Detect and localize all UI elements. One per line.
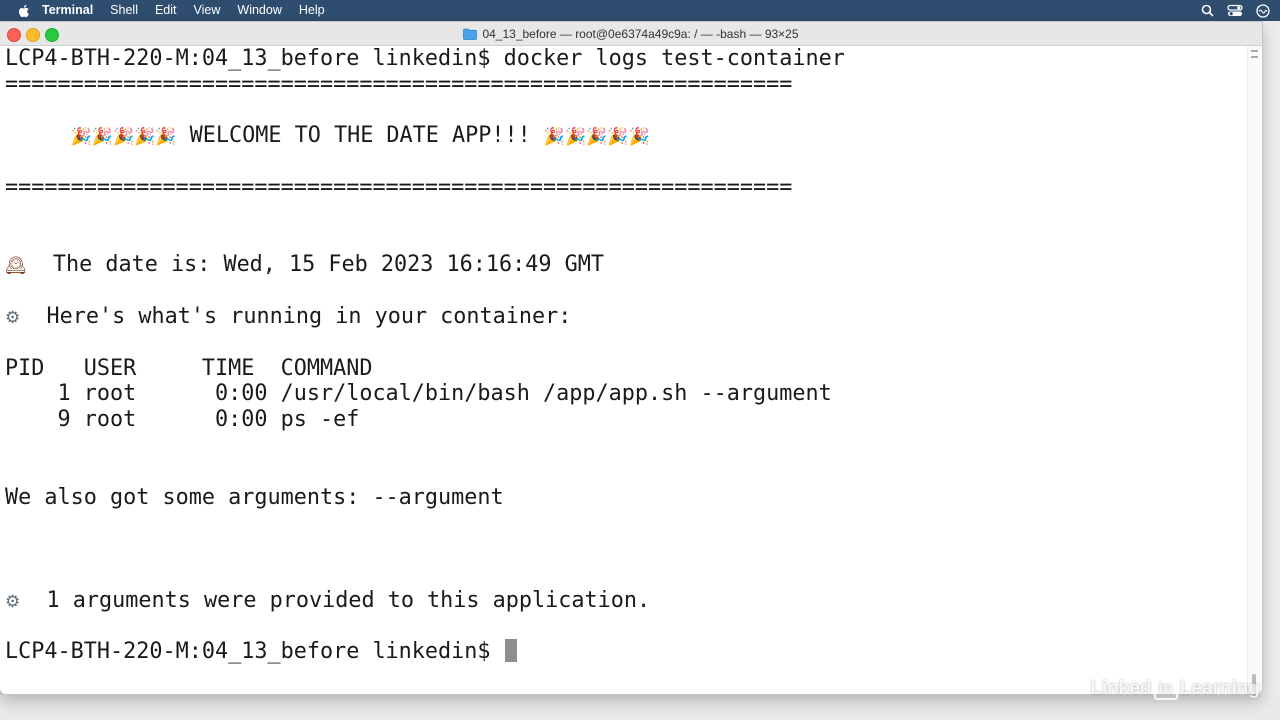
terminal-line-command: LCP4-BTH-220-M:04_13_before linkedin$ do… [5,46,845,71]
menu-help[interactable]: Help [299,0,325,21]
party-popper-icon: 🎉🎉🎉🎉🎉 [70,127,177,148]
terminal-line-running: ⚙ Here's what's running in your containe… [5,304,1248,330]
terminal-line-date: 🕰 The date is: Wed, 15 Feb 2023 16:16:49… [5,252,1248,278]
apple-menu-icon[interactable] [16,3,32,19]
menu-bar: Terminal Shell Edit View Window Help [0,0,1280,21]
text-cursor [504,639,517,663]
shell-prompt: LCP4-BTH-220-M:04_13_before linkedin$ [5,639,504,665]
terminal-line-arg-count: ⚙ 1 arguments were provided to this appl… [5,588,1248,614]
folder-icon [463,28,478,40]
gear-icon: ⚙ [5,307,21,328]
watermark-prefix: Linked [1090,678,1152,699]
menu-view[interactable]: View [194,0,221,21]
vertical-scrollbar[interactable] [1247,46,1262,694]
linkedin-in-logo: in [1153,678,1178,700]
menubar-status-area [1201,0,1270,21]
close-window-button[interactable] [7,28,21,42]
zoom-window-button[interactable] [45,28,59,42]
mantelpiece-clock-icon: 🕰 [5,256,27,277]
welcome-text: WELCOME TO THE DATE APP!!! [189,123,531,149]
terminal-output[interactable]: LCP4-BTH-220-M:04_13_before linkedin$ do… [0,46,1248,694]
terminal-prompt-line[interactable]: LCP4-BTH-220-M:04_13_before linkedin$ [5,639,1248,665]
menu-app-terminal[interactable]: Terminal [42,0,93,21]
siri-icon[interactable] [1256,3,1270,18]
menu-edit[interactable]: Edit [155,0,177,21]
party-popper-icon: 🎉🎉🎉🎉🎉 [543,127,650,148]
menu-window[interactable]: Window [237,0,281,21]
running-text: Here's what's running in your container: [46,303,572,329]
date-text: The date is: Wed, 15 Feb 2023 16:16:49 G… [52,252,605,278]
spotlight-search-icon[interactable] [1201,4,1214,17]
linkedin-learning-watermark: Linked in Learning [1090,678,1260,700]
arg-count-text: 1 arguments were provided to this applic… [46,587,651,613]
process-table-header: PID USER TIME COMMAND [5,355,373,381]
control-center-icon[interactable] [1227,4,1243,17]
background-desktop-strip [0,695,1280,720]
window-titlebar[interactable]: 04_13_before — root@0e6374a49c9a: / — -b… [0,22,1262,46]
watermark-suffix: Learning [1179,678,1260,699]
terminal-line-separator-top: ========================================… [5,71,793,97]
window-title: 04_13_before — root@0e6374a49c9a: / — -b… [482,26,799,41]
minimize-window-button[interactable] [26,28,40,42]
gear-icon: ⚙ [5,591,21,612]
process-table-row: 1 root 0:00 /usr/local/bin/bash /app/app… [5,381,832,407]
menu-shell[interactable]: Shell [110,0,138,21]
terminal-line-separator-bottom: ========================================… [5,174,793,200]
terminal-line-arguments: We also got some arguments: --argument [5,484,504,510]
terminal-line-welcome: 🎉🎉🎉🎉🎉 WELCOME TO THE DATE APP!!! 🎉🎉🎉🎉🎉 [5,123,1248,149]
terminal-window[interactable]: 04_13_before — root@0e6374a49c9a: / — -b… [0,22,1262,694]
scrollbar-top-marker [1251,50,1258,58]
process-table-row: 9 root 0:00 ps -ef [5,407,360,433]
